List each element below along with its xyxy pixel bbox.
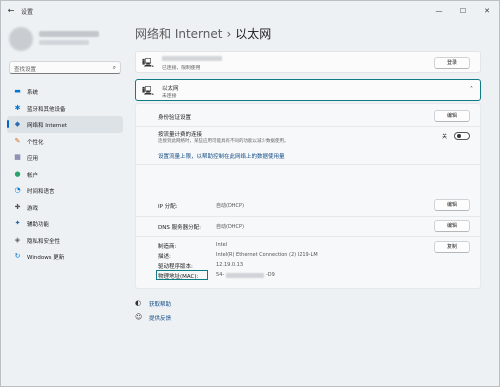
sidebar-item-label: 游戏 [27, 205, 39, 212]
sidebar-item-label: Windows 更新 [27, 255, 65, 261]
sidebar-item[interactable]: ✎ 个性化 [7, 133, 123, 150]
sidebar-item-label: 蓝牙和其他设备 [27, 106, 66, 113]
metered-description: 连接到此网络时，某些应用可能具有不同的功能以减少数据使用。 [158, 139, 289, 144]
window-controls: — ☐ ✕ [427, 1, 499, 21]
system-icon: ▬ [14, 87, 21, 95]
sidebar-item[interactable]: ✱ 蓝牙和其他设备 [7, 100, 123, 117]
sidebar-item[interactable]: ● 帐户 [7, 166, 123, 183]
sidebar-item-label: 系统 [27, 90, 39, 96]
divider [136, 164, 482, 165]
sidebar-item-label: 辅助功能 [27, 222, 50, 228]
breadcrumb-parent[interactable]: 网络和 Internet [135, 27, 222, 41]
ethernet-card[interactable]: 🖳 以太网 未连接 ˄ [135, 79, 481, 101]
personalization-icon: ✎ [14, 136, 21, 145]
ip-assignment-label: IP 分配: [158, 204, 178, 210]
driver-version-label: 驱动程序版本: [158, 264, 193, 270]
app-title: 设置 [21, 9, 34, 16]
windows-update-icon: ↻ [14, 252, 21, 260]
toggle-knob [457, 134, 461, 138]
mac-address-label: 物理地址(MAC): [158, 274, 199, 280]
sidebar-item[interactable]: ✚ 游戏 [7, 199, 123, 216]
time-language-icon: ◔ [14, 186, 21, 194]
dns-edit-button[interactable]: 编辑 [434, 220, 470, 232]
auth-edit-button[interactable]: 编辑 [434, 110, 470, 122]
breadcrumb: 网络和 Internet › 以太网 [135, 25, 271, 42]
maximize-button[interactable]: ☐ [451, 1, 475, 21]
get-help-link[interactable]: 获取帮助 [149, 300, 171, 308]
sidebar-item-label: 网络和 Internet [27, 123, 68, 129]
sidebar-item[interactable]: ✦ 辅助功能 [7, 215, 123, 232]
search-input[interactable]: 查找设置 ⌕ [9, 61, 121, 74]
sidebar-item[interactable]: ◔ 时间和语言 [7, 182, 123, 199]
metered-label: 按流量计费的连接 [158, 132, 203, 138]
data-limit-link[interactable]: 设置流量上限，以帮助控制在此网络上的数据使用量 [158, 152, 285, 160]
account-card: 🖳 已连接，限制使用 登录 [135, 51, 481, 73]
gaming-icon: ✚ [14, 202, 21, 211]
mac-address-prefix: 54- [216, 272, 225, 278]
mac-address-suffix: -D9 [266, 272, 275, 278]
sign-in-button[interactable]: 登录 [434, 57, 470, 69]
title-bar: ← 设置 — ☐ ✕ [1, 1, 499, 21]
sidebar-item[interactable]: ↻ Windows 更新 [7, 248, 123, 265]
accounts-icon: ● [14, 169, 21, 178]
ethernet-title: 以太网 [162, 86, 179, 92]
mac-address-redacted [226, 273, 264, 278]
ip-edit-button[interactable]: 编辑 [434, 199, 470, 211]
ip-assignment-value: 自动(DHCP) [216, 203, 245, 209]
sidebar-item[interactable]: ▦ 应用 [7, 149, 123, 166]
sidebar-item[interactable]: ◆ 网络和 Internet [7, 116, 123, 133]
network-icon: ◆ [14, 120, 21, 128]
ethernet-status: 未连接 [162, 94, 177, 99]
dns-assignment-label: DNS 服务器分配: [158, 225, 201, 231]
profile-name-redacted [39, 31, 99, 37]
close-button[interactable]: ✕ [475, 1, 499, 21]
description-label: 描述: [158, 254, 171, 260]
account-name-redacted [162, 56, 222, 61]
sidebar-item-label: 时间和语言 [27, 189, 55, 195]
sidebar: 查找设置 ⌕ ▬ 系统 ✱ 蓝牙和其他设备 ◆ 网络和 Internet ✎ 个性化 ▦ 应用 ● 帐… [1, 21, 129, 386]
settings-window: ← 设置 — ☐ ✕ 查找设置 ⌕ ▬ 系统 ✱ 蓝牙和其他设备 ◆ 网络和 Intern… [0, 0, 500, 387]
main-content: 网络和 Internet › 以太网 🖳 已连接，限制使用 登录 🖳 以太网 未连接… [135, 21, 487, 386]
auth-settings-label: 身份验证设置 [158, 115, 192, 121]
give-feedback-link[interactable]: 提供反馈 [149, 314, 171, 322]
search-icon[interactable]: ⌕ [113, 64, 116, 72]
divider [136, 126, 482, 127]
back-arrow-icon[interactable]: ← [5, 5, 17, 17]
help-icon: ◐ [135, 299, 142, 307]
bluetooth-icon: ✱ [14, 103, 21, 112]
avatar [9, 27, 33, 51]
driver-version-value: 12.19.0.13 [216, 262, 244, 268]
ethernet-settings-panel: 身份验证设置 编辑 按流量计费的连接 连接到此网络时，某些应用可能具有不同的功能… [135, 103, 482, 289]
account-status: 已连接，限制使用 [162, 66, 201, 71]
ethernet-icon: 🖳 [142, 87, 155, 97]
divider [136, 216, 482, 217]
user-profile[interactable] [9, 27, 121, 53]
apps-icon: ▦ [14, 153, 21, 161]
privacy-icon: ◈ [14, 235, 21, 244]
sidebar-nav: ▬ 系统 ✱ 蓝牙和其他设备 ◆ 网络和 Internet ✎ 个性化 ▦ 应用 ● 帐户 ◔ 时间和语言… [7, 83, 123, 265]
copy-button[interactable]: 复制 [434, 241, 470, 253]
pc-icon: 🖳 [142, 59, 155, 69]
minimize-button[interactable]: — [427, 1, 451, 21]
search-placeholder: 查找设置 [14, 67, 37, 73]
profile-email-redacted [39, 40, 89, 45]
sidebar-item-label: 隐私和安全性 [27, 238, 61, 245]
sidebar-item[interactable]: ◈ 隐私和安全性 [7, 232, 123, 249]
sidebar-item-label: 应用 [27, 156, 39, 162]
description-value: Intel(R) Ethernet Connection (2) I219-LM [216, 252, 318, 258]
page-title: 以太网 [235, 27, 272, 41]
metered-toggle[interactable] [454, 132, 470, 140]
sidebar-item-label: 帐户 [27, 172, 39, 179]
feedback-icon: ☺ [135, 313, 143, 321]
metered-state: 关 [442, 134, 448, 140]
divider [136, 236, 482, 237]
dns-assignment-value: 自动(DHCP) [216, 224, 245, 230]
sidebar-item-label: 个性化 [27, 139, 44, 146]
chevron-up-icon[interactable]: ˄ [470, 86, 473, 93]
breadcrumb-separator: › [226, 27, 232, 41]
sidebar-item[interactable]: ▬ 系统 [7, 83, 123, 100]
accessibility-icon: ✦ [14, 219, 21, 227]
manufacturer-value: Intel [216, 242, 228, 248]
manufacturer-label: 制造商: [158, 244, 177, 250]
